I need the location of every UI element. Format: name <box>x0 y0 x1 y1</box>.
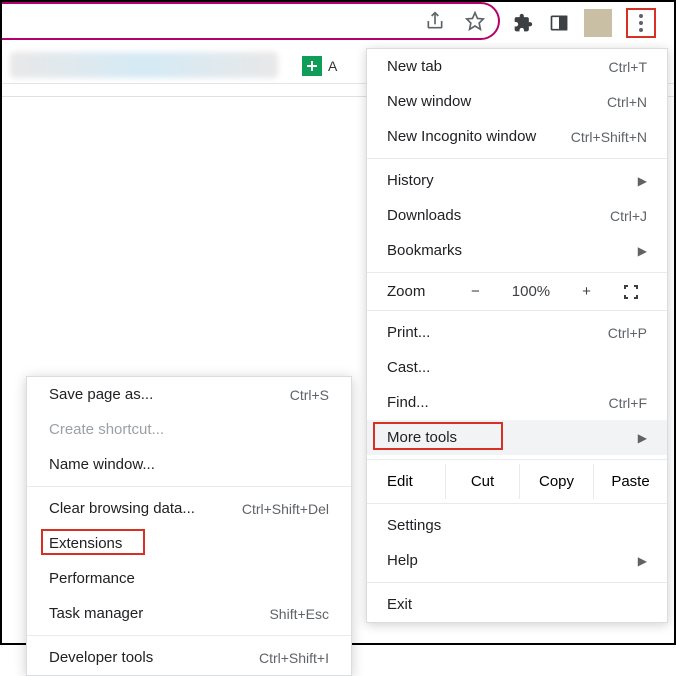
submenu-task-manager[interactable]: Task manager Shift+Esc <box>27 596 351 631</box>
star-icon[interactable] <box>464 10 486 32</box>
menu-zoom: Zoom − 100% + <box>367 277 667 306</box>
chevron-right-icon: ▶ <box>638 431 647 445</box>
menu-label: New window <box>387 93 471 110</box>
chevron-right-icon: ▶ <box>638 244 647 258</box>
edit-copy-button[interactable]: Copy <box>519 464 593 499</box>
menu-bookmarks[interactable]: Bookmarks ▶ <box>367 233 667 268</box>
menu-shortcut: Ctrl+Shift+N <box>571 129 647 145</box>
zoom-label: Zoom <box>387 283 455 300</box>
chevron-right-icon: ▶ <box>638 174 647 188</box>
menu-label: Bookmarks <box>387 242 462 259</box>
menu-separator <box>367 503 667 504</box>
more-tools-submenu: Save page as... Ctrl+S Create shortcut..… <box>26 376 352 676</box>
sidepanel-icon[interactable] <box>548 12 570 34</box>
menu-new-window[interactable]: New window Ctrl+N <box>367 84 667 119</box>
submenu-developer-tools[interactable]: Developer tools Ctrl+Shift+I <box>27 640 351 675</box>
menu-label: History <box>387 172 434 189</box>
fullscreen-icon[interactable] <box>623 284 639 300</box>
omnibox[interactable] <box>2 2 500 40</box>
menu-history[interactable]: History ▶ <box>367 163 667 198</box>
menu-incognito[interactable]: New Incognito window Ctrl+Shift+N <box>367 119 667 154</box>
menu-label: New Incognito window <box>387 128 536 145</box>
chevron-right-icon: ▶ <box>638 554 647 568</box>
menu-separator <box>367 272 667 273</box>
menu-cast[interactable]: Cast... <box>367 350 667 385</box>
menu-label: Clear browsing data... <box>49 500 195 517</box>
submenu-clear-data[interactable]: Clear browsing data... Ctrl+Shift+Del <box>27 491 351 526</box>
menu-separator <box>367 310 667 311</box>
menu-label: Save page as... <box>49 386 153 403</box>
menu-shortcut: Ctrl+P <box>608 325 647 341</box>
menu-label: Exit <box>387 596 412 613</box>
menu-label: Performance <box>49 570 135 587</box>
submenu-name-window[interactable]: Name window... <box>27 447 351 482</box>
menu-separator <box>367 582 667 583</box>
menu-label: Print... <box>387 324 430 341</box>
menu-edit-row: Edit Cut Copy Paste <box>367 464 667 499</box>
menu-new-tab[interactable]: New tab Ctrl+T <box>367 49 667 84</box>
submenu-performance[interactable]: Performance <box>27 561 351 596</box>
bookmark-label[interactable]: A <box>328 58 337 74</box>
menu-help[interactable]: Help ▶ <box>367 543 667 578</box>
menu-shortcut: Ctrl+T <box>609 59 648 75</box>
main-menu: New tab Ctrl+T New window Ctrl+N New Inc… <box>366 48 668 623</box>
menu-find[interactable]: Find... Ctrl+F <box>367 385 667 420</box>
sheets-icon[interactable] <box>302 56 322 76</box>
menu-separator <box>367 459 667 460</box>
zoom-in-button[interactable]: + <box>582 283 591 300</box>
kebab-menu-button[interactable] <box>626 8 656 38</box>
menu-downloads[interactable]: Downloads Ctrl+J <box>367 198 667 233</box>
menu-shortcut: Ctrl+Shift+I <box>259 650 329 666</box>
menu-shortcut: Ctrl+F <box>609 395 648 411</box>
share-icon[interactable] <box>424 10 446 32</box>
menu-more-tools[interactable]: More tools ▶ <box>367 420 667 455</box>
blurred-bookmark <box>10 52 278 78</box>
menu-shortcut: Shift+Esc <box>269 606 329 622</box>
menu-label: Task manager <box>49 605 143 622</box>
menu-separator <box>27 486 351 487</box>
menu-label: New tab <box>387 58 442 75</box>
menu-settings[interactable]: Settings <box>367 508 667 543</box>
menu-exit[interactable]: Exit <box>367 587 667 622</box>
menu-print[interactable]: Print... Ctrl+P <box>367 315 667 350</box>
menu-label: Name window... <box>49 456 155 473</box>
submenu-create-shortcut[interactable]: Create shortcut... <box>27 412 351 447</box>
menu-label: Extensions <box>49 535 122 552</box>
menu-label: Settings <box>387 517 441 534</box>
menu-label: Help <box>387 552 418 569</box>
edit-paste-button[interactable]: Paste <box>593 464 667 499</box>
edit-label: Edit <box>367 464 445 499</box>
profile-avatar[interactable] <box>584 9 612 37</box>
menu-separator <box>27 635 351 636</box>
extensions-puzzle-icon[interactable] <box>512 12 534 34</box>
menu-shortcut: Ctrl+N <box>607 94 647 110</box>
zoom-out-button[interactable]: − <box>471 283 480 300</box>
submenu-extensions[interactable]: Extensions <box>27 526 351 561</box>
menu-label: Find... <box>387 394 429 411</box>
menu-separator <box>367 158 667 159</box>
menu-label: Cast... <box>387 359 430 376</box>
menu-label: Downloads <box>387 207 461 224</box>
menu-shortcut: Ctrl+S <box>290 387 329 403</box>
menu-label: Create shortcut... <box>49 421 164 438</box>
submenu-save-page[interactable]: Save page as... Ctrl+S <box>27 377 351 412</box>
zoom-value: 100% <box>512 283 550 300</box>
menu-label: Developer tools <box>49 649 153 666</box>
menu-shortcut: Ctrl+J <box>610 208 647 224</box>
menu-label: More tools <box>387 429 457 446</box>
browser-toolbar <box>2 2 674 48</box>
edit-cut-button[interactable]: Cut <box>445 464 519 499</box>
menu-shortcut: Ctrl+Shift+Del <box>242 501 329 517</box>
